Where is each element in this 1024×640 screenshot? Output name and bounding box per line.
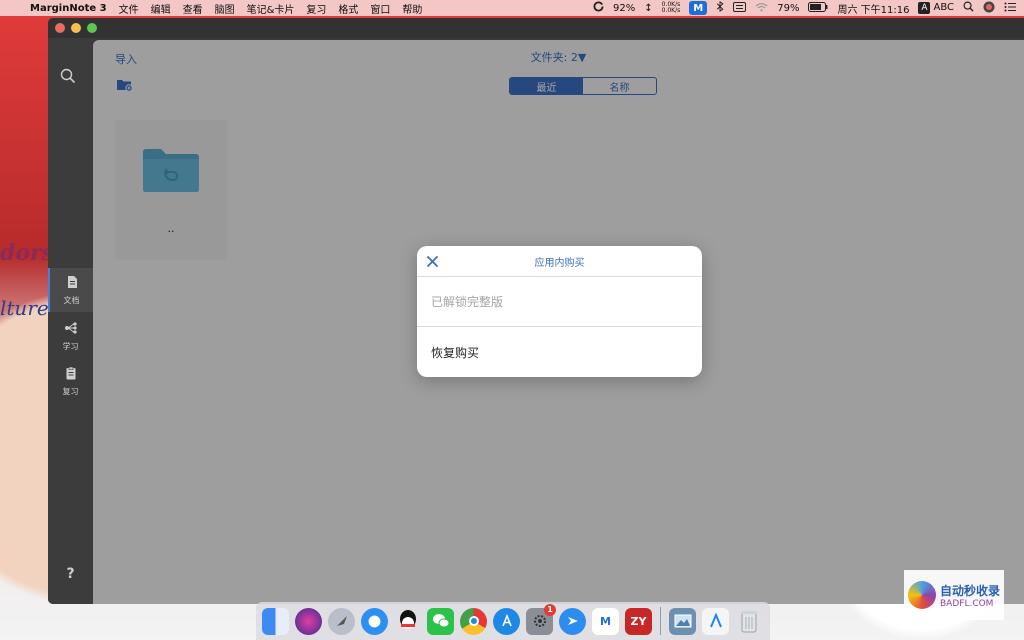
menu-bar: MarginNote 3 文件 编辑 查看 脑图 笔记&卡片 复习 格式 窗口 … <box>0 0 1024 16</box>
menu-help[interactable]: 帮助 <box>402 1 422 16</box>
battery-percent[interactable]: 79% <box>777 3 799 14</box>
qq-icon[interactable] <box>394 608 421 635</box>
notification-center-icon[interactable] <box>1004 2 1016 15</box>
menu-edit[interactable]: 编辑 <box>151 1 171 16</box>
unlocked-full-version-row: 已解锁完整版 <box>417 277 702 327</box>
wifi-icon[interactable] <box>755 2 768 15</box>
sidebar-item-label: 学习 <box>62 341 79 351</box>
app-store-icon[interactable] <box>493 607 520 635</box>
system-preferences-icon[interactable]: 1 <box>526 603 556 635</box>
watermark-text-en: BADFL.COM <box>940 598 994 609</box>
menu-format[interactable]: 格式 <box>338 1 358 16</box>
document-icon <box>65 275 79 291</box>
watermark-logo-icon <box>908 581 936 609</box>
cpu-percent[interactable]: 92% <box>613 3 635 14</box>
dock-separator <box>660 607 661 635</box>
clock[interactable]: 周六 下午11:16 <box>837 1 909 16</box>
menu-file[interactable]: 文件 <box>119 1 139 16</box>
menu-window[interactable]: 窗口 <box>370 1 390 16</box>
dock: 1 M ZY <box>256 602 770 640</box>
net-arrows-icon: ↕ <box>644 2 653 14</box>
sidebar-item-label: 文档 <box>63 295 80 305</box>
bluetooth-icon[interactable] <box>716 1 724 15</box>
net-down: 0.0K/s <box>661 7 681 14</box>
menu-notes-cards[interactable]: 笔记&卡片 <box>247 1 295 16</box>
sidebar: 文档 学习 复习 ? ··· <box>48 38 93 604</box>
trash-icon[interactable] <box>735 608 762 635</box>
battery-icon[interactable] <box>808 1 828 15</box>
notification-badge: 1 <box>544 603 556 616</box>
window-close-button[interactable] <box>55 23 65 33</box>
input-source-label: ABC <box>933 2 954 13</box>
restore-purchase-button[interactable]: 恢复购买 <box>417 327 702 377</box>
app-name-menu[interactable]: MarginNote 3 <box>30 3 107 14</box>
help-icon[interactable]: ? <box>48 566 93 582</box>
spotlight-search-icon[interactable] <box>963 1 974 15</box>
feishu-icon[interactable] <box>559 607 586 635</box>
in-app-purchase-dialog: 应用内购买 已解锁完整版 恢复购买 <box>417 246 702 377</box>
clipboard-icon <box>64 366 78 382</box>
xcode-doc-icon[interactable] <box>702 607 729 635</box>
keyboard-icon[interactable] <box>733 1 747 15</box>
marginnote-status-icon[interactable]: M <box>689 1 708 15</box>
cpu-ring-icon[interactable] <box>593 1 604 15</box>
watermark-text-cn: 自动秒收录 <box>940 583 1001 598</box>
mindmap-icon <box>64 321 78 337</box>
dialog-header: 应用内购买 <box>417 246 702 277</box>
sidebar-item-review[interactable]: 复习 <box>48 359 93 403</box>
safari-icon[interactable] <box>361 607 388 635</box>
window-zoom-button[interactable] <box>87 23 97 33</box>
menu-mindmap[interactable]: 脑图 <box>215 1 235 16</box>
window-titlebar <box>48 18 1024 38</box>
siri-icon[interactable] <box>295 607 322 635</box>
dialog-title: 应用内购买 <box>534 257 585 269</box>
marginnote-icon[interactable]: M <box>592 607 619 635</box>
sidebar-item-label: 复习 <box>62 386 79 396</box>
input-letter: A <box>918 2 931 14</box>
menu-view[interactable]: 查看 <box>183 1 203 16</box>
sidebar-search-icon[interactable] <box>60 68 80 88</box>
zy-app-icon[interactable]: ZY <box>625 607 652 635</box>
net-speed[interactable]: 0.0K/s 0.0K/s <box>662 2 681 14</box>
siri-icon[interactable] <box>983 1 995 16</box>
menu-review[interactable]: 复习 <box>306 1 326 16</box>
window-minimize-button[interactable] <box>71 23 81 33</box>
more-icon[interactable]: ··· <box>48 600 93 604</box>
wechat-icon[interactable] <box>427 607 454 635</box>
wallpaper-text: lture <box>0 296 49 320</box>
launchpad-icon[interactable] <box>328 607 355 635</box>
close-icon[interactable] <box>425 254 439 268</box>
sidebar-item-study[interactable]: 学习 <box>48 314 93 358</box>
preview-icon[interactable] <box>669 607 696 635</box>
wallpaper-text: dors <box>0 240 55 266</box>
finder-icon[interactable] <box>262 607 289 635</box>
watermark: 自动秒收录 BADFL.COM <box>904 570 1004 620</box>
sidebar-item-documents[interactable]: 文档 <box>48 268 93 312</box>
chrome-icon[interactable] <box>460 607 487 635</box>
input-source[interactable]: A ABC <box>918 2 954 14</box>
